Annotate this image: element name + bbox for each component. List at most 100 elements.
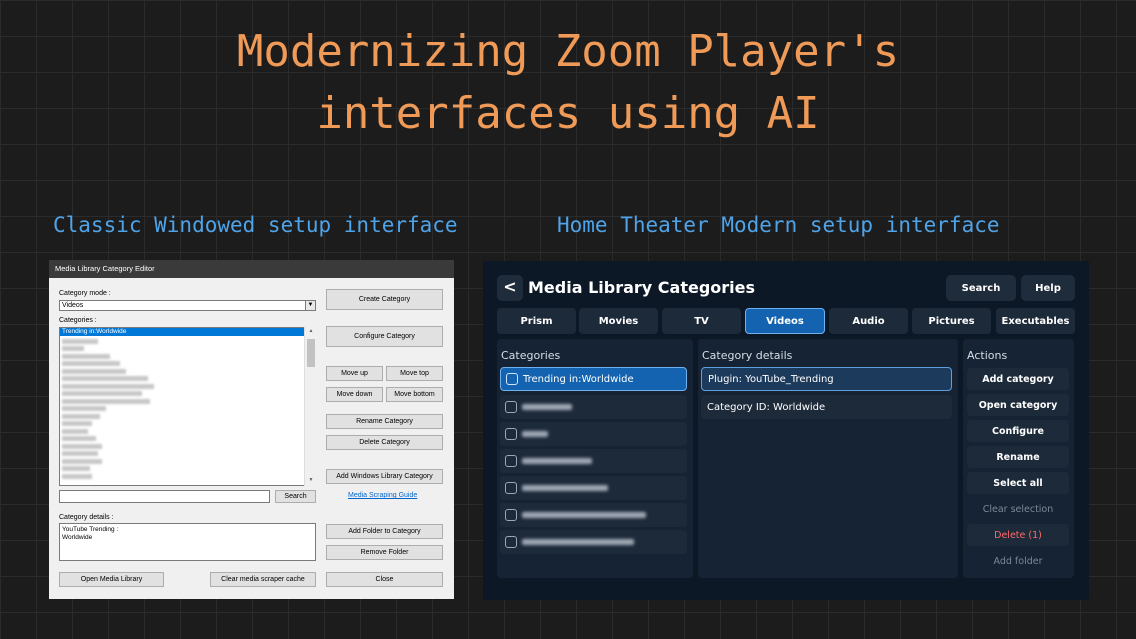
- add-folder-button[interactable]: Add Folder to Category: [326, 524, 443, 539]
- category-item[interactable]: [500, 449, 687, 473]
- list-item[interactable]: [62, 473, 92, 479]
- categories-scrollbar[interactable]: ▲ ▼: [304, 327, 316, 486]
- clear-selection-button[interactable]: Clear selection: [967, 498, 1069, 520]
- actions-panel: Actions Add category Open category Confi…: [963, 339, 1074, 578]
- add-category-button[interactable]: Add category: [967, 368, 1069, 390]
- search-input[interactable]: [59, 490, 270, 503]
- configure-button[interactable]: Configure: [967, 420, 1069, 442]
- blurred-label: [522, 431, 548, 437]
- list-item[interactable]: [62, 383, 154, 389]
- add-folder-button[interactable]: Add folder: [967, 550, 1069, 572]
- category-details-line: YouTube Trending :: [62, 526, 119, 533]
- list-item[interactable]: [62, 338, 98, 344]
- checkbox-icon[interactable]: [505, 455, 517, 467]
- headline-line2: interfaces using AI: [316, 88, 820, 139]
- delete-category-button[interactable]: Delete Category: [326, 435, 443, 450]
- list-item[interactable]: [62, 451, 98, 456]
- checkbox-icon[interactable]: [505, 428, 517, 440]
- rename-category-button[interactable]: Rename Category: [326, 414, 443, 429]
- move-bottom-button[interactable]: Move bottom: [386, 387, 443, 402]
- search-button[interactable]: Search: [275, 490, 316, 503]
- search-button[interactable]: Search: [946, 275, 1016, 301]
- category-item[interactable]: [500, 395, 687, 419]
- help-button[interactable]: Help: [1021, 275, 1075, 301]
- tab-executables[interactable]: Executables: [996, 308, 1075, 334]
- blurred-label: [522, 458, 592, 464]
- clear-scraper-cache-button[interactable]: Clear media scraper cache: [210, 572, 316, 587]
- checkbox-icon[interactable]: [505, 401, 517, 413]
- scrollbar-thumb[interactable]: [307, 339, 315, 367]
- list-item[interactable]: [62, 458, 102, 464]
- open-category-button[interactable]: Open category: [967, 394, 1069, 416]
- media-scraping-guide-link[interactable]: Media Scraping Guide: [348, 492, 417, 499]
- close-button[interactable]: Close: [326, 572, 443, 587]
- scroll-up-icon[interactable]: ▲: [305, 328, 317, 334]
- list-item[interactable]: [62, 346, 84, 351]
- tab-videos[interactable]: Videos: [745, 308, 825, 334]
- remove-folder-button[interactable]: Remove Folder: [326, 545, 443, 560]
- scroll-down-icon[interactable]: ▼: [305, 477, 317, 483]
- list-item[interactable]: [62, 406, 106, 411]
- tab-pictures[interactable]: Pictures: [912, 308, 991, 334]
- tab-prism[interactable]: Prism: [497, 308, 576, 334]
- tab-movies[interactable]: Movies: [579, 308, 658, 334]
- blurred-label: [522, 404, 572, 410]
- categories-title: Categories: [501, 349, 561, 362]
- chevron-down-icon[interactable]: ▼: [305, 300, 316, 311]
- category-mode-label: Category mode :: [59, 290, 111, 297]
- select-all-button[interactable]: Select all: [967, 472, 1069, 494]
- list-item[interactable]: [62, 368, 126, 374]
- list-item[interactable]: [62, 413, 100, 419]
- category-item-selected[interactable]: Trending in:Worldwide: [500, 367, 687, 391]
- detail-category-id[interactable]: Category ID: Worldwide: [701, 395, 952, 419]
- category-item[interactable]: [500, 530, 687, 554]
- category-details-line: Worldwide: [62, 534, 93, 541]
- tab-tv[interactable]: TV: [662, 308, 741, 334]
- list-item[interactable]: [62, 391, 142, 396]
- list-item[interactable]: [62, 376, 148, 381]
- category-item[interactable]: [500, 422, 687, 446]
- checkbox-icon[interactable]: [505, 536, 517, 548]
- back-button[interactable]: <: [497, 275, 523, 301]
- detail-plugin[interactable]: Plugin: YouTube_Trending: [701, 367, 952, 391]
- open-media-library-button[interactable]: Open Media Library: [59, 572, 164, 587]
- page-title: Media Library Categories: [528, 278, 756, 297]
- move-down-button[interactable]: Move down: [326, 387, 383, 402]
- delete-button[interactable]: Delete (1): [967, 524, 1069, 546]
- categories-label: Categories :: [59, 317, 97, 324]
- create-category-button[interactable]: Create Category: [326, 289, 443, 310]
- category-item-label: Trending in:Worldwide: [523, 373, 634, 385]
- blurred-label: [522, 539, 634, 545]
- list-item-selected[interactable]: Trending in:Worldwide: [60, 328, 305, 336]
- rename-button[interactable]: Rename: [967, 446, 1069, 468]
- list-item[interactable]: [62, 436, 96, 441]
- category-details-panel: Category details Plugin: YouTube_Trendin…: [698, 339, 958, 578]
- caption-modern: Home Theater Modern setup interface: [557, 213, 1000, 237]
- category-details-label: Category details :: [59, 514, 114, 521]
- modern-window: < Media Library Categories Search Help P…: [483, 261, 1089, 600]
- move-up-button[interactable]: Move up: [326, 366, 383, 381]
- list-item[interactable]: [62, 421, 92, 426]
- classic-window-title: Media Library Category Editor: [49, 260, 454, 278]
- move-top-button[interactable]: Move top: [386, 366, 443, 381]
- add-windows-library-button[interactable]: Add Windows Library Category: [326, 469, 443, 484]
- checkbox-icon[interactable]: [505, 509, 517, 521]
- blurred-label: [522, 485, 608, 491]
- blurred-label: [522, 512, 646, 518]
- list-item[interactable]: [62, 466, 90, 471]
- tab-audio[interactable]: Audio: [829, 308, 908, 334]
- list-item[interactable]: [62, 398, 150, 404]
- list-item[interactable]: [62, 443, 102, 449]
- category-mode-select[interactable]: Videos: [59, 300, 316, 311]
- caption-classic: Classic Windowed setup interface: [53, 213, 458, 237]
- categories-listbox[interactable]: Trending in:Worldwide: [59, 327, 316, 486]
- category-details-box[interactable]: YouTube Trending : Worldwide: [59, 523, 316, 561]
- list-item[interactable]: [62, 361, 120, 366]
- configure-category-button[interactable]: Configure Category: [326, 326, 443, 347]
- category-item[interactable]: [500, 476, 687, 500]
- category-item[interactable]: [500, 503, 687, 527]
- checkbox-icon[interactable]: [505, 482, 517, 494]
- list-item[interactable]: [62, 428, 88, 434]
- list-item[interactable]: [62, 353, 110, 359]
- checkbox-icon[interactable]: [506, 373, 518, 385]
